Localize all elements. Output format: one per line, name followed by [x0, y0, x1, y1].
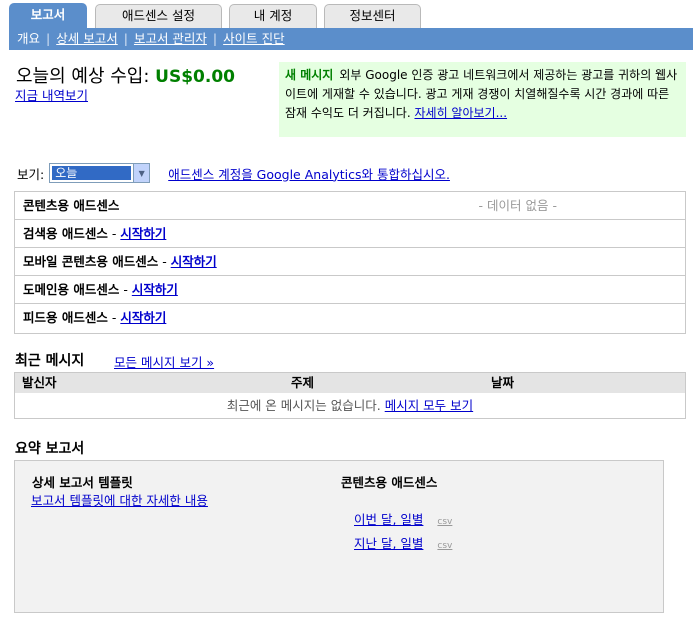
chevron-down-icon[interactable]: ▼: [133, 164, 150, 182]
estimated-earnings-label: 오늘의 예상 수입:: [16, 66, 150, 87]
tab-adsense-setup[interactable]: 애드센스 설정: [95, 4, 222, 28]
new-message-box: 새 메시지 외부 Google 인증 광고 네트워크에서 제공하는 광고를 귀하의…: [279, 62, 686, 137]
tab-reports[interactable]: 보고서: [9, 3, 87, 29]
product-row-search: 검색용 애드센스 - 시작하기: [15, 220, 685, 248]
tab-resources[interactable]: 정보센터: [324, 4, 421, 28]
product-row-mobile: 모바일 콘텐츠용 애드센스 - 시작하기: [15, 248, 685, 276]
get-started-link[interactable]: 시작하기: [171, 254, 217, 269]
no-data-text: - 데이터 없음 -: [478, 198, 557, 213]
view-period-value: 오늘: [52, 166, 132, 180]
view-selector-row: 보기: 오늘 ▼ 애드센스 계정을 Google Analytics와 통합하십…: [17, 163, 450, 183]
product-row-feeds: 피드용 애드센스 - 시작하기: [15, 304, 685, 332]
main-tabs: 보고서 애드센스 설정 내 계정 정보센터: [0, 0, 693, 29]
product-separator: -: [107, 310, 121, 325]
product-separator: -: [107, 226, 121, 241]
product-name: 콘텐츠용 애드센스: [23, 198, 120, 213]
column-header-subject[interactable]: 주제: [291, 373, 314, 393]
product-separator: -: [119, 282, 132, 297]
last-month-daily-link[interactable]: 지난 달, 일별: [354, 536, 423, 551]
report-templates-title: 상세 보고서 템플릿: [32, 475, 133, 490]
messages-empty-text: 최근에 온 메시지는 없습니다.: [226, 398, 385, 413]
subnav-report-manager[interactable]: 보고서 관리자: [134, 31, 207, 46]
column-header-date[interactable]: 날짜: [491, 373, 514, 393]
column-header-sender[interactable]: 발신자: [22, 373, 57, 393]
subnav-separator: |: [212, 31, 218, 46]
product-row-content: 콘텐츠용 애드센스 - 데이터 없음 -: [15, 192, 685, 220]
estimated-earnings-amount: US$0.00: [155, 67, 235, 87]
this-month-daily-link[interactable]: 이번 달, 일별: [354, 512, 423, 527]
subnav-detailed-reports[interactable]: 상세 보고서: [56, 31, 117, 46]
tab-my-account[interactable]: 내 계정: [229, 4, 317, 28]
view-all-messages-inline-link[interactable]: 메시지 모두 보기: [385, 398, 473, 413]
view-earnings-link[interactable]: 지금 내역보기: [15, 85, 88, 104]
summary-reports-box: 상세 보고서 템플릿 보고서 템플릿에 대한 자세한 내용 콘텐츠용 애드센스 …: [14, 460, 664, 613]
summary-reports-title: 요약 보고서: [15, 441, 85, 457]
subnav-site-diagnostics[interactable]: 사이트 진단: [223, 31, 284, 46]
product-name: 피드용 애드센스: [23, 310, 108, 325]
subnav-separator: |: [123, 31, 128, 46]
product-name: 도메인용 애드센스: [23, 282, 120, 297]
messages-table: 발신자 주제 날짜 최근에 온 메시지는 없습니다. 메시지 모두 보기: [14, 372, 686, 419]
csv-download-link[interactable]: csv: [437, 517, 452, 527]
recent-messages-title: 최근 메시지: [15, 353, 85, 369]
view-period-select[interactable]: 오늘 ▼: [49, 163, 151, 183]
subnav-overview: 개요: [17, 31, 41, 46]
messages-empty-row: 최근에 온 메시지는 없습니다. 메시지 모두 보기: [15, 393, 685, 418]
subnav-separator: |: [46, 31, 51, 46]
report-templates-link[interactable]: 보고서 템플릿에 대한 자세한 내용: [31, 490, 208, 509]
product-name: 모바일 콘텐츠용 애드센스: [23, 254, 159, 269]
content-adsense-title: 콘텐츠용 애드센스: [341, 475, 438, 490]
view-label: 보기:: [17, 166, 45, 182]
sub-navigation: 개요 | 상세 보고서 | 보고서 관리자 | 사이트 진단: [9, 28, 693, 50]
new-message-label: 새 메시지: [285, 68, 334, 82]
analytics-integration-link[interactable]: 애드센스 계정을 Google Analytics와 통합하십시오.: [168, 164, 450, 183]
view-all-messages-link[interactable]: 모든 메시지 보기 »: [114, 352, 214, 371]
report-row: 지난 달, 일별 csv: [354, 533, 452, 552]
get-started-link[interactable]: 시작하기: [120, 226, 166, 241]
get-started-link[interactable]: 시작하기: [120, 310, 166, 325]
get-started-link[interactable]: 시작하기: [132, 282, 178, 297]
messages-table-header: 발신자 주제 날짜: [15, 373, 685, 393]
product-table: 콘텐츠용 애드센스 - 데이터 없음 - 검색용 애드센스 - 시작하기 모바일…: [14, 191, 686, 334]
learn-more-link[interactable]: 자세히 알아보기...: [414, 106, 507, 120]
product-name: 검색용 애드센스: [23, 226, 108, 241]
product-separator: -: [158, 254, 171, 269]
product-row-domains: 도메인용 애드센스 - 시작하기: [15, 276, 685, 304]
csv-download-link[interactable]: csv: [437, 541, 452, 551]
report-row: 이번 달, 일별 csv: [354, 509, 452, 528]
